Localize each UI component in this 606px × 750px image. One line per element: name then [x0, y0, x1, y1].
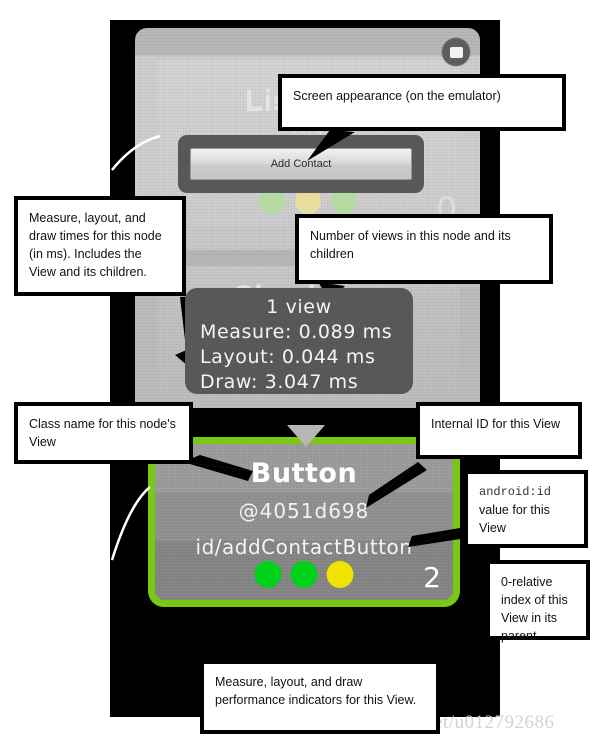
callout-class-name-text: Class name for this node's View: [29, 417, 176, 449]
callout-android-id-text: value for this View: [479, 503, 550, 535]
node-timing-tooltip: 1 view Measure: 0.089 ms Layout: 0.044 m…: [185, 288, 413, 394]
callout-indicators: Measure, layout, and draw performance in…: [200, 660, 440, 734]
callout-android-id-key: android:id: [479, 485, 552, 499]
tooltip-measure-time: Measure: 0.089 ms: [200, 321, 393, 343]
node-class-name: Button: [250, 458, 358, 489]
callout-android-id: android:id value for this View: [464, 470, 588, 548]
callout-indicators-text: Measure, layout, and draw performance in…: [215, 675, 417, 707]
callout-index: 0-relative index of this View in its par…: [486, 560, 590, 643]
callout-timings: Measure, layout, and draw times for this…: [14, 196, 186, 296]
callout-internal-id-text: Internal ID for this View: [431, 417, 560, 431]
callout-screen-appearance: Screen appearance (on the emulator): [278, 74, 566, 131]
layout-indicator-dot: [290, 561, 318, 588]
callout-view-count: Number of views in this node and its chi…: [295, 214, 553, 284]
callout-internal-id: Internal ID for this View: [416, 402, 582, 459]
callout-timings-text: Measure, layout, and draw times for this…: [29, 211, 162, 279]
callout-index-text: 0-relative index of this View in its par…: [501, 575, 568, 643]
draw-indicator-dot: [326, 561, 354, 588]
tooltip-view-count: 1 view: [266, 296, 332, 318]
screen-capture-icon[interactable]: [442, 38, 470, 66]
tooltip-draw-time: Draw: 3.047 ms: [200, 371, 359, 393]
callout-class-name: Class name for this node's View: [14, 402, 193, 464]
callout-view-count-text: Number of views in this node and its chi…: [310, 229, 511, 261]
add-contact-button[interactable]: Add Contact: [190, 148, 412, 180]
screenshot-stage: ListView @4 0 CheckBox Add Contact 1 vie…: [0, 0, 606, 750]
callout-screen-appearance-text: Screen appearance (on the emulator): [293, 89, 501, 103]
tooltip-layout-time: Layout: 0.044 ms: [200, 346, 376, 368]
selected-view-node[interactable]: Button @4051d698 id/addContactButton 2: [148, 437, 460, 607]
node-android-id: id/addContactButton: [195, 535, 413, 559]
node-connector-arrow: [287, 425, 325, 447]
node-internal-id: @4051d698: [238, 499, 370, 523]
add-contact-widget: Add Contact: [178, 135, 424, 193]
measure-indicator-dot: [254, 561, 282, 588]
node-child-index: 2: [423, 561, 441, 594]
node-indicator-dots: [254, 561, 354, 588]
